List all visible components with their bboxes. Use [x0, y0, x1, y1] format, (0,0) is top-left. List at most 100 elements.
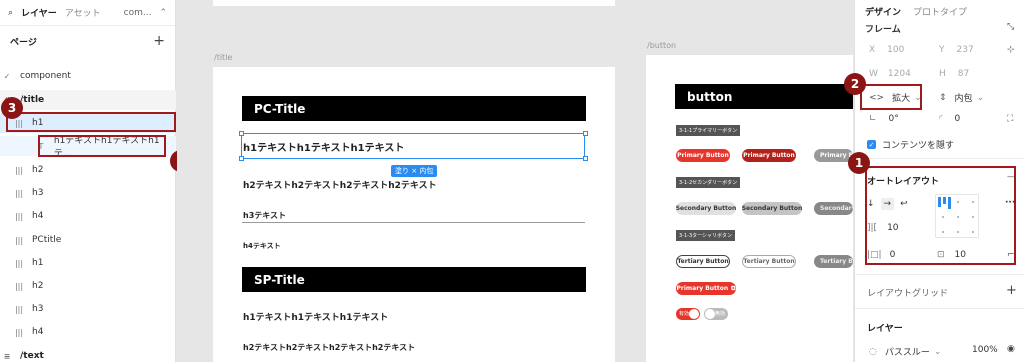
- layer-frame-text[interactable]: ≡ /text: [0, 346, 176, 362]
- annotation-box-2: [860, 84, 922, 110]
- layer-h2[interactable]: ||| h2: [0, 276, 176, 296]
- primary-button-hover[interactable]: Primary Button: [742, 149, 796, 162]
- resize-handle[interactable]: [239, 131, 244, 136]
- w-label: W: [869, 69, 878, 79]
- layer-label: h2: [32, 165, 44, 175]
- primary-label: 3-1-1プライマリーボタン: [676, 125, 741, 136]
- horizontal-padding-field[interactable]: |□| 0: [867, 250, 895, 260]
- sp-h2-text: h2テキストh2テキストh2テキストh2テキスト: [243, 343, 416, 352]
- add-page-icon[interactable]: +: [153, 33, 165, 49]
- vertical-padding-field[interactable]: ⊡ 10: [937, 250, 966, 260]
- annotation-badge-3: 3: [1, 97, 23, 119]
- annotation-badge-1: 1: [848, 152, 870, 174]
- secondary-button-hover[interactable]: Secondary Button: [742, 202, 802, 215]
- toggle-off[interactable]: 無効: [704, 308, 728, 320]
- frame-label-title[interactable]: /title: [214, 53, 232, 62]
- frame-label-button[interactable]: /button: [647, 41, 676, 50]
- h-value: 87: [957, 69, 970, 79]
- alignment-grid[interactable]: [935, 194, 979, 238]
- tertiary-button-hover[interactable]: Tertiary Button: [742, 255, 796, 268]
- constraints-icon[interactable]: ⊹: [1007, 45, 1015, 55]
- align-dot: [957, 231, 959, 233]
- y-field[interactable]: Y 237: [939, 45, 974, 55]
- layout-grid-section[interactable]: レイアウトグリッド: [867, 286, 948, 299]
- button-label: Primary Button: [676, 285, 729, 292]
- layer-pctitle[interactable]: ||| PCtitle: [0, 230, 176, 250]
- frame-icon: ≡: [3, 351, 11, 361]
- tab-layers[interactable]: レイヤー: [21, 6, 57, 19]
- resize-to-fit-icon[interactable]: ⤡: [1007, 22, 1014, 32]
- autolayout-icon: |||: [14, 188, 24, 198]
- secondary-button[interactable]: Secondary Button: [676, 202, 736, 215]
- layer-label: h4: [32, 327, 44, 337]
- x-value: 100: [887, 45, 905, 55]
- align-bar: [938, 197, 941, 207]
- layer-frame-title[interactable]: # /title: [0, 90, 176, 110]
- layer-label: h3: [32, 188, 44, 198]
- toggle-knob: [689, 309, 699, 319]
- spacing-field[interactable]: ]|[ 10: [867, 223, 899, 233]
- frame-section-header[interactable]: フレーム: [865, 22, 901, 35]
- tertiary-button[interactable]: Tertiary Button: [676, 255, 730, 268]
- align-dot: [957, 201, 959, 203]
- individual-padding-icon[interactable]: ⌐: [1007, 250, 1015, 260]
- primary-button[interactable]: Primary Button: [676, 149, 730, 162]
- wrap-icon[interactable]: ↩: [900, 199, 908, 209]
- radius-value: 0: [954, 114, 961, 124]
- arrow-right-icon[interactable]: →: [880, 198, 895, 210]
- rotation-field[interactable]: ∟ 0°: [869, 114, 899, 124]
- tertiary-button-disabled[interactable]: Tertiary Button: [814, 255, 871, 268]
- chevron-up-icon[interactable]: ⌃: [159, 8, 167, 18]
- height-mode-dropdown[interactable]: ⇕ 内包 ⌄: [939, 91, 984, 105]
- layer-h1[interactable]: ||| h1: [0, 253, 176, 273]
- more-options-icon[interactable]: ···: [1005, 198, 1015, 208]
- clip-content-checkbox[interactable]: ✓ コンテンツを隠す: [867, 138, 954, 151]
- layout-grid-label: レイアウトグリッド: [867, 289, 949, 299]
- resize-handle[interactable]: [583, 131, 588, 136]
- resize-handle[interactable]: [583, 156, 588, 161]
- tab-design[interactable]: デザイン: [865, 5, 901, 18]
- autolayout-icon: |||: [14, 165, 24, 175]
- resize-handle[interactable]: [239, 156, 244, 161]
- arrow-down-icon[interactable]: ↓: [867, 199, 875, 209]
- layer-label: h1: [32, 258, 44, 268]
- divider: [855, 308, 1024, 309]
- toggle-on[interactable]: 有効: [676, 308, 700, 320]
- x-field[interactable]: X 100: [869, 45, 904, 55]
- add-layout-grid-icon[interactable]: +: [1006, 283, 1017, 298]
- canvas[interactable]: /title PC-Title h1テキストh1テキストh1テキスト 塗り × …: [177, 0, 881, 362]
- w-value: 1204: [887, 69, 911, 79]
- pages-label: ページ: [10, 37, 37, 48]
- fill-hug-tag: 塗り × 内包: [391, 165, 438, 177]
- height-arrows-icon: ⇕: [939, 92, 947, 103]
- secondary-button-disabled[interactable]: Secondary Button: [814, 202, 881, 215]
- layer-h3[interactable]: ||| h3: [0, 299, 176, 319]
- independent-corners-icon[interactable]: ⛶: [1007, 114, 1013, 124]
- tab-prototype[interactable]: プロトタイプ: [913, 5, 967, 18]
- eye-icon[interactable]: ◉: [1007, 344, 1015, 354]
- layer-h4[interactable]: ||| h4: [0, 206, 176, 226]
- h-field[interactable]: H 87: [939, 69, 969, 79]
- primary-button-icon[interactable]: Primary Button ⧉: [676, 282, 736, 295]
- w-field[interactable]: W 1204: [869, 69, 911, 79]
- layer-h2[interactable]: ||| h2: [0, 160, 176, 180]
- rotation-value: 0°: [888, 114, 899, 124]
- primary-button-disabled[interactable]: Primary Button: [814, 149, 872, 162]
- search-icon[interactable]: ⌕: [8, 8, 13, 18]
- tab-assets[interactable]: アセット: [65, 6, 101, 19]
- layer-h4[interactable]: ||| h4: [0, 322, 176, 342]
- page-switcher[interactable]: com...: [124, 8, 152, 18]
- layer-label: PCtitle: [32, 235, 62, 245]
- radius-icon: ◜: [939, 114, 943, 124]
- remove-auto-layout-icon[interactable]: —: [1007, 172, 1016, 182]
- layer-section-title: レイヤー: [867, 324, 903, 334]
- check-icon: ✓: [867, 140, 876, 149]
- radius-field[interactable]: ◜ 0: [939, 114, 960, 124]
- layers-panel: ⌕ レイヤー アセット com... ⌃ ページ + ✓ component #…: [0, 0, 192, 362]
- page-label: component: [20, 71, 71, 81]
- y-label: Y: [939, 45, 945, 55]
- opacity-value[interactable]: 100%: [972, 345, 998, 355]
- layer-h3[interactable]: ||| h3: [0, 183, 176, 203]
- page-item-component[interactable]: ✓ component: [0, 66, 176, 86]
- blend-mode-dropdown[interactable]: ◌ パススルー ⌄: [869, 345, 941, 359]
